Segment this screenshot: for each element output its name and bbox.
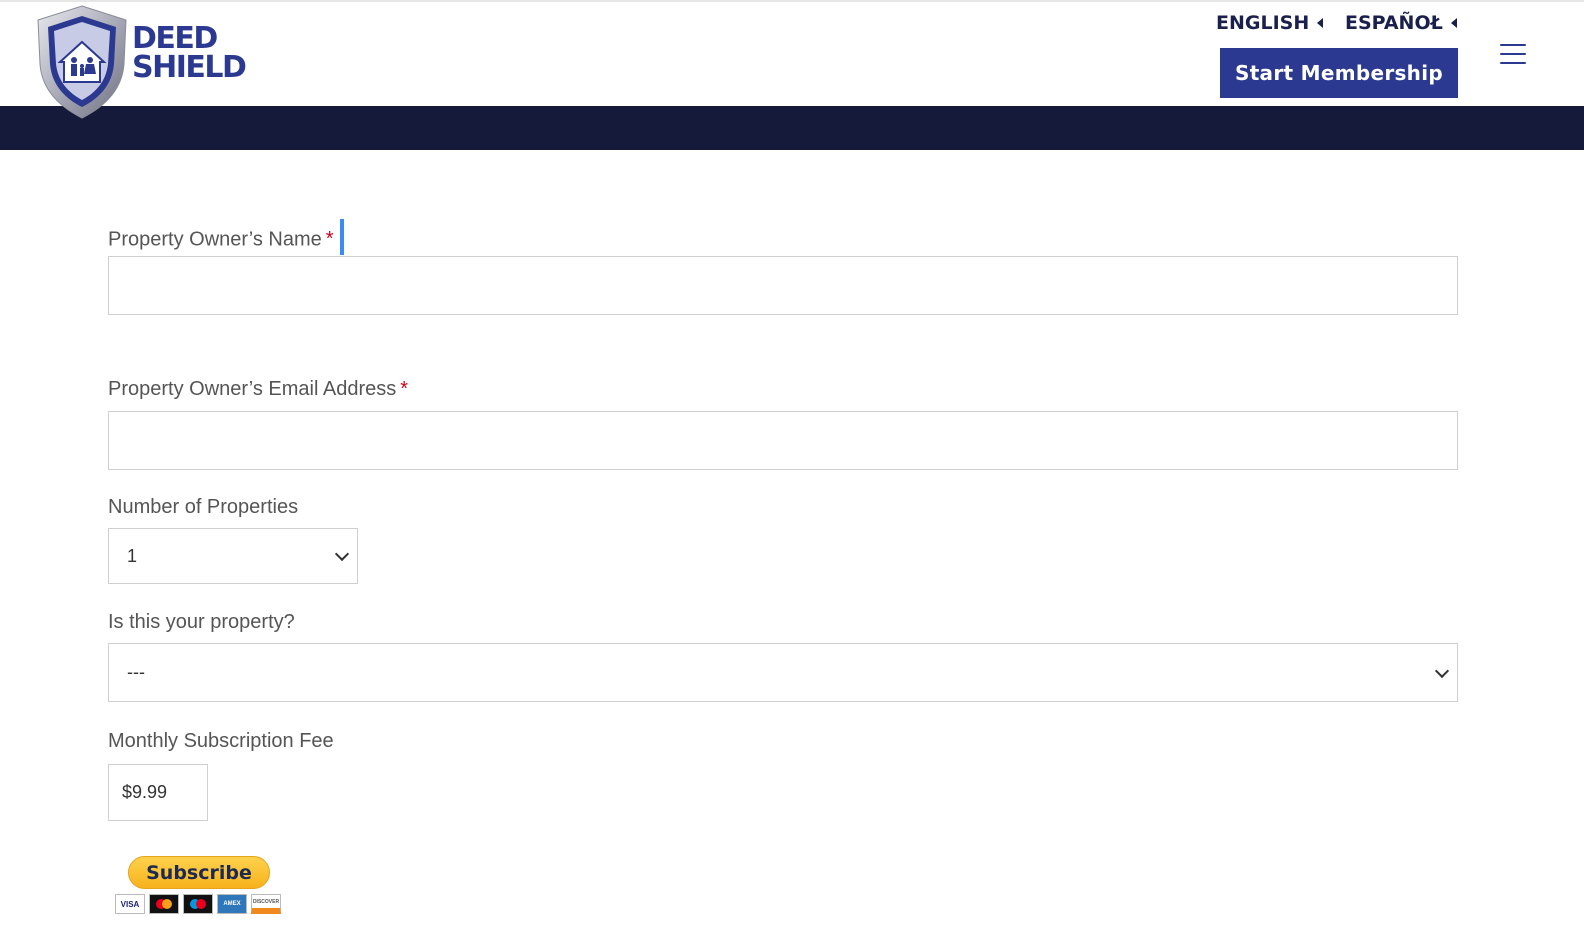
chevron-down-icon bbox=[334, 546, 350, 562]
monthly-fee-label: Monthly Subscription Fee bbox=[108, 730, 334, 752]
site-header: DEED SHIELD ENGLISH ESPAÑOŁ Start Member… bbox=[0, 0, 1584, 119]
paypal-subscribe-button[interactable]: Subscribe bbox=[128, 856, 270, 889]
number-of-properties-select[interactable]: 1 bbox=[108, 528, 358, 584]
deed-shield-logo[interactable]: DEED SHIELD bbox=[36, 4, 256, 120]
monthly-fee-field: $9.99 bbox=[108, 764, 208, 821]
start-membership-button[interactable]: Start Membership bbox=[1220, 48, 1458, 98]
visa-card-icon: VISA bbox=[115, 894, 145, 914]
is-your-property-select[interactable]: --- bbox=[108, 643, 1458, 702]
logo-wordmark: DEED SHIELD bbox=[132, 21, 247, 85]
hamburger-menu-icon[interactable] bbox=[1500, 44, 1526, 64]
language-english-link[interactable]: ENGLISH bbox=[1216, 12, 1324, 34]
owner-name-input[interactable] bbox=[108, 256, 1458, 315]
amex-card-icon: AMEX bbox=[217, 894, 247, 914]
owner-email-label: Property Owner’s Email Address * bbox=[108, 378, 408, 401]
maestro-card-icon bbox=[183, 894, 213, 914]
logo-line-2: SHIELD bbox=[132, 50, 247, 85]
caret-left-icon bbox=[1317, 18, 1324, 28]
caret-left-icon bbox=[1450, 18, 1457, 28]
owner-name-label: Property Owner’s Name * bbox=[108, 219, 344, 258]
required-asterisk: * bbox=[325, 228, 334, 251]
chevron-down-icon bbox=[1434, 663, 1450, 678]
number-of-properties-value: 1 bbox=[127, 545, 138, 566]
language-spanish-label: ESPAÑOŁ bbox=[1345, 12, 1443, 34]
payment-cards: VISA AMEX DISCOVER bbox=[115, 894, 281, 914]
language-spanish-link[interactable]: ESPAÑOŁ bbox=[1345, 12, 1457, 34]
text-caret bbox=[339, 219, 344, 255]
shield-logo-icon bbox=[37, 5, 127, 119]
is-your-property-value: --- bbox=[127, 662, 145, 682]
owner-email-input[interactable] bbox=[108, 411, 1458, 470]
discover-card-icon: DISCOVER bbox=[251, 894, 281, 914]
owner-name-label-text: Property Owner’s Name bbox=[108, 228, 322, 251]
language-english-label: ENGLISH bbox=[1216, 12, 1310, 34]
number-of-properties-label: Number of Properties bbox=[108, 496, 299, 518]
logo-line-1: DEED bbox=[132, 21, 218, 56]
mastercard-icon bbox=[149, 894, 179, 914]
required-asterisk: * bbox=[400, 378, 409, 400]
is-your-property-label: Is this your property? bbox=[108, 611, 295, 633]
owner-email-label-text: Property Owner’s Email Address bbox=[108, 378, 397, 400]
